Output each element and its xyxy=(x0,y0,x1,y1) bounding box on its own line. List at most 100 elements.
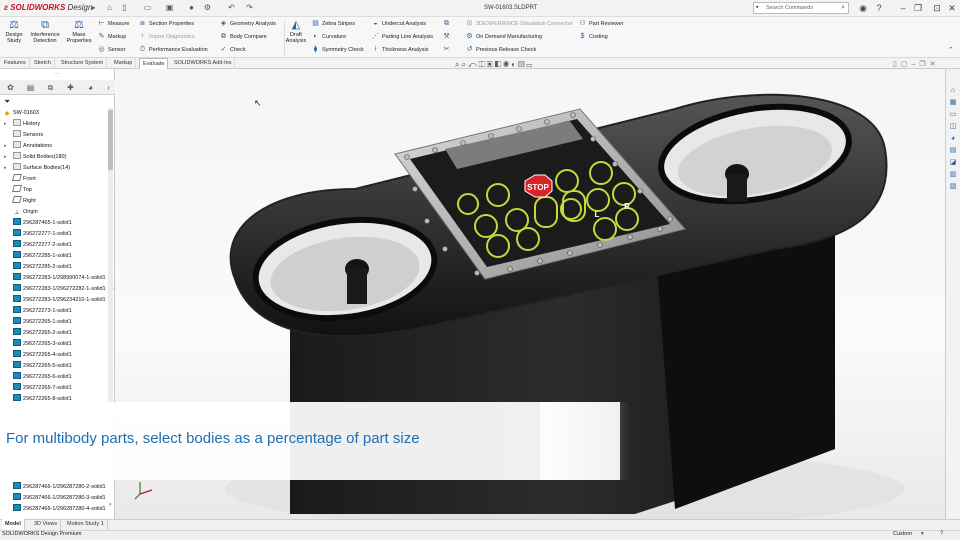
save-icon[interactable]: ▣ xyxy=(164,3,175,13)
tree-body-item[interactable]: 296272265-2-solid1 xyxy=(0,328,108,339)
feature-manager-tab-icon[interactable]: ✿ xyxy=(4,82,17,93)
edit-appearance-icon[interactable]: ◐ xyxy=(511,60,518,69)
tree-body-item[interactable]: 296287466-1/296287280-4-solid1 xyxy=(0,504,108,512)
tree-body-item[interactable]: 296287465-1-solid1 xyxy=(0,218,108,229)
scroll-down-arrow-icon[interactable]: ▾ xyxy=(109,502,112,508)
section-view-icon[interactable]: ◫ xyxy=(479,60,487,69)
tree-body-item[interactable]: 296272283-1/296234210-1-solid1 xyxy=(0,295,108,306)
tree-item[interactable]: Right xyxy=(0,196,108,207)
tree-body-item[interactable]: 296272285-1-solid1 xyxy=(0,251,108,262)
tab-solidworks-add-ins[interactable]: SOLIDWORKS Add-Ins xyxy=(171,58,236,69)
solidworks-resources-icon[interactable]: ⌂ xyxy=(948,86,958,95)
tree-body-item[interactable]: 296272283-1/298990074-1-solid1 xyxy=(0,273,108,284)
appearances-icon[interactable]: ◕ xyxy=(948,134,958,143)
import-diagnostics-button[interactable]: ⚕ Import Diagnostics xyxy=(138,33,195,41)
tree-item[interactable]: ▸ Solid Bodies(180) xyxy=(0,152,108,163)
scene-icon[interactable]: ▨ xyxy=(518,60,526,69)
part-reviewer-button[interactable]: ⚇ Part Reviewer xyxy=(578,20,623,28)
expand-arrow-icon[interactable]: ▸ xyxy=(4,119,7,130)
tab-model[interactable]: Model xyxy=(2,519,25,530)
on-demand-manufacturing-button[interactable]: ⚙ On Demand Manufacturing xyxy=(465,33,542,41)
viewport-maximize-icon[interactable]: ❐ xyxy=(919,61,929,68)
help-icon[interactable]: ? xyxy=(872,2,886,14)
body-compare-button[interactable]: ⧉ Body Compare xyxy=(219,33,267,41)
panel-expand-icon[interactable]: › xyxy=(102,82,115,93)
display-manager-tab-icon[interactable]: ◕ xyxy=(84,82,97,93)
tree-item[interactable]: ⊥ Origin xyxy=(0,207,108,218)
search-icon[interactable]: ⌕ xyxy=(841,3,845,13)
tab-structure-system[interactable]: Structure System xyxy=(58,58,108,69)
performance-evaluation-button[interactable]: ⏱ Performance Evaluation xyxy=(138,46,208,54)
tree-item[interactable]: ▸ Annotations xyxy=(0,141,108,152)
tree-body-item[interactable]: 296272277-1-solid1 xyxy=(0,229,108,240)
design-study-button[interactable]: ⚖ Design Study xyxy=(3,19,25,44)
feature-tree[interactable]: ◆ SW-01603 ▸ History Sensors ▸ Annotations ▸ So… xyxy=(0,108,108,402)
restore-button[interactable]: ❐ xyxy=(911,2,925,14)
tree-body-item[interactable]: 296287466-1/296287280-3-solid1 xyxy=(0,493,108,504)
view-settings-icon[interactable]: ▭ xyxy=(526,60,534,69)
tree-body-item[interactable]: 296272265-1-solid1 xyxy=(0,317,108,328)
viewport-restore-icon[interactable]: ▢ xyxy=(901,61,912,68)
compare-geometry-button[interactable]: ✂ xyxy=(442,46,453,54)
minimize-button[interactable]: – xyxy=(896,2,910,14)
redo-icon[interactable]: ↷ xyxy=(244,3,255,13)
collapse-ribbon-icon[interactable]: ⌃ xyxy=(948,46,954,54)
configuration-manager-tab-icon[interactable]: ⧉ xyxy=(44,82,57,93)
close-button[interactable]: ✕ xyxy=(945,2,959,14)
new-document-icon[interactable]: ▯ xyxy=(119,3,130,13)
draft-analysis-button[interactable]: ◭ Draft Analysis xyxy=(285,19,307,44)
simulation-connector-button[interactable]: ⊞ 3DEXPERIENCE Simulation Connector xyxy=(465,20,573,28)
tree-body-item[interactable]: 296272265-5-solid1 xyxy=(0,361,108,372)
unit-dropdown-arrow-icon[interactable]: ▾ xyxy=(921,531,924,537)
check-button[interactable]: ✓ Check xyxy=(219,46,246,54)
property-manager-tab-icon[interactable]: ▤ xyxy=(24,82,37,93)
parting-line-analysis-button[interactable]: ⋰ Parting Line Analysis xyxy=(371,33,433,41)
tree-scrollbar-thumb[interactable] xyxy=(108,110,113,170)
tree-body-item[interactable]: 296272265-4-solid1 xyxy=(0,350,108,361)
solidworks-logo[interactable]: ᴤ SOLIDWORKS Design xyxy=(4,3,92,12)
file-explorer-icon[interactable]: ▭ xyxy=(948,110,958,119)
tree-body-item[interactable]: 296272265-3-solid1 xyxy=(0,339,108,350)
tree-body-item[interactable]: 296272285-2-solid1 xyxy=(0,262,108,273)
dimxpert-tab-icon[interactable]: ✚ xyxy=(64,82,77,93)
home-icon[interactable]: ⌂ xyxy=(104,3,115,13)
heads-up-view-toolbar[interactable]: ⌕⌕↶◫▣◧◉◐▨▭ xyxy=(455,60,534,70)
sensor-button[interactable]: ◎ Sensor xyxy=(97,46,125,54)
costing-button[interactable]: $ Costing xyxy=(578,33,608,41)
geometry-analysis-button[interactable]: ◈ Geometry Analysis xyxy=(219,20,276,28)
tree-body-item[interactable]: 296287466-1/296287280-2-solid1 xyxy=(0,482,108,493)
undercut-analysis-button[interactable]: ◒ Undercut Analysis xyxy=(371,20,426,28)
open-folder-icon[interactable]: ▭ xyxy=(142,3,153,13)
tab-sketch[interactable]: Sketch xyxy=(31,58,55,69)
options-gear-icon[interactable]: ⚙ xyxy=(202,3,213,13)
expand-arrow-icon[interactable]: ▸ xyxy=(4,152,7,163)
tree-root[interactable]: ◆ SW-01603 xyxy=(0,108,108,119)
3dexperience-icon[interactable]: ▧ xyxy=(948,182,958,191)
section-properties-button[interactable]: ⧈ Section Properties xyxy=(138,20,194,28)
tree-body-item[interactable]: 296272273-1-solid1 xyxy=(0,306,108,317)
pin-button[interactable]: ⊡ xyxy=(930,2,944,14)
panel-grip-icon[interactable]: ··· xyxy=(54,71,60,77)
undo-icon[interactable]: ↶ xyxy=(226,3,237,13)
solidworks-forum-icon[interactable]: ◪ xyxy=(948,158,958,167)
zebra-stripes-button[interactable]: ▤ Zebra Stripes xyxy=(311,20,355,28)
tree-item[interactable]: ▸ History xyxy=(0,119,108,130)
tree-item[interactable]: Front xyxy=(0,174,108,185)
tab-motion-study-1[interactable]: Motion Study 1 xyxy=(64,519,108,530)
tree-body-item[interactable]: 296272277-2-solid1 xyxy=(0,240,108,251)
tree-body-item[interactable]: 296272265-7-solid1 xyxy=(0,383,108,394)
markup-button[interactable]: ✎ Markup xyxy=(97,33,127,41)
panel-splitter-handle[interactable]: ‹ xyxy=(113,286,116,294)
tab-markup[interactable]: Markup xyxy=(111,58,137,69)
previous-release-check-button[interactable]: ↺ Previous Release Check xyxy=(465,46,537,54)
view-orientation-icon[interactable]: ▣ xyxy=(487,60,495,69)
viewport-window-controls[interactable]: ▯▢–❐✕ xyxy=(893,60,940,68)
tab-3d-views[interactable]: 3D Views xyxy=(31,519,62,530)
expand-arrow-icon[interactable]: ▸ xyxy=(4,163,7,174)
expand-arrow-icon[interactable]: ▸ xyxy=(4,141,7,152)
measure-button[interactable]: ⊢ Measure xyxy=(97,20,129,28)
custom-properties-icon[interactable]: ▤ xyxy=(948,146,958,155)
tree-body-item[interactable]: 296272265-6-solid1 xyxy=(0,372,108,383)
filter-icon[interactable]: ⏷ xyxy=(4,97,10,107)
mass-properties-button[interactable]: ⚖ Mass Properties xyxy=(64,19,94,44)
